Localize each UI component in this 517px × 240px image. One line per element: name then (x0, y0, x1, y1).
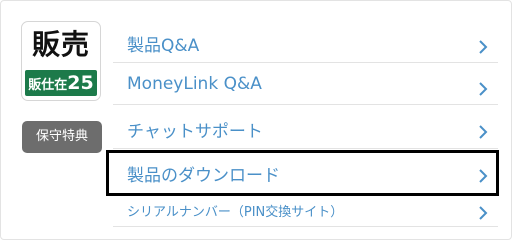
logo-main-text: 販売 (31, 28, 90, 61)
logo-band: 販仕在25 (25, 70, 97, 96)
menu-item-label: 製品のダウンロード (127, 166, 280, 186)
chevron-right-icon (479, 206, 488, 220)
chevron-right-icon (479, 40, 488, 54)
menu-item-label: シリアルナンバー（PIN交換サイト） (127, 205, 344, 220)
maintenance-benefit-badge[interactable]: 保守特典 (22, 121, 102, 153)
menu-item-label: チャットサポート (127, 122, 263, 142)
chevron-right-icon (479, 82, 488, 96)
menu-item-label: MoneyLink Q&A (127, 74, 262, 94)
menu-item-chat-support[interactable]: チャットサポート (113, 105, 498, 149)
product-logo: 販売 販仕在25 (21, 21, 101, 101)
logo-band-number: 25 (67, 72, 94, 94)
menu-item-moneylink-qa[interactable]: MoneyLink Q&A (113, 63, 498, 105)
logo-band-text: 販仕在 (28, 78, 68, 93)
menu-item-product-download[interactable]: 製品のダウンロード (113, 149, 498, 195)
menu-item-label: 製品Q&A (127, 36, 200, 56)
menu-item-serial-number[interactable]: シリアルナンバー（PIN交換サイト） (113, 195, 498, 227)
chevron-right-icon (479, 125, 488, 139)
menu-item-product-qa[interactable]: 製品Q&A (113, 22, 498, 63)
chevron-right-icon (479, 169, 488, 183)
